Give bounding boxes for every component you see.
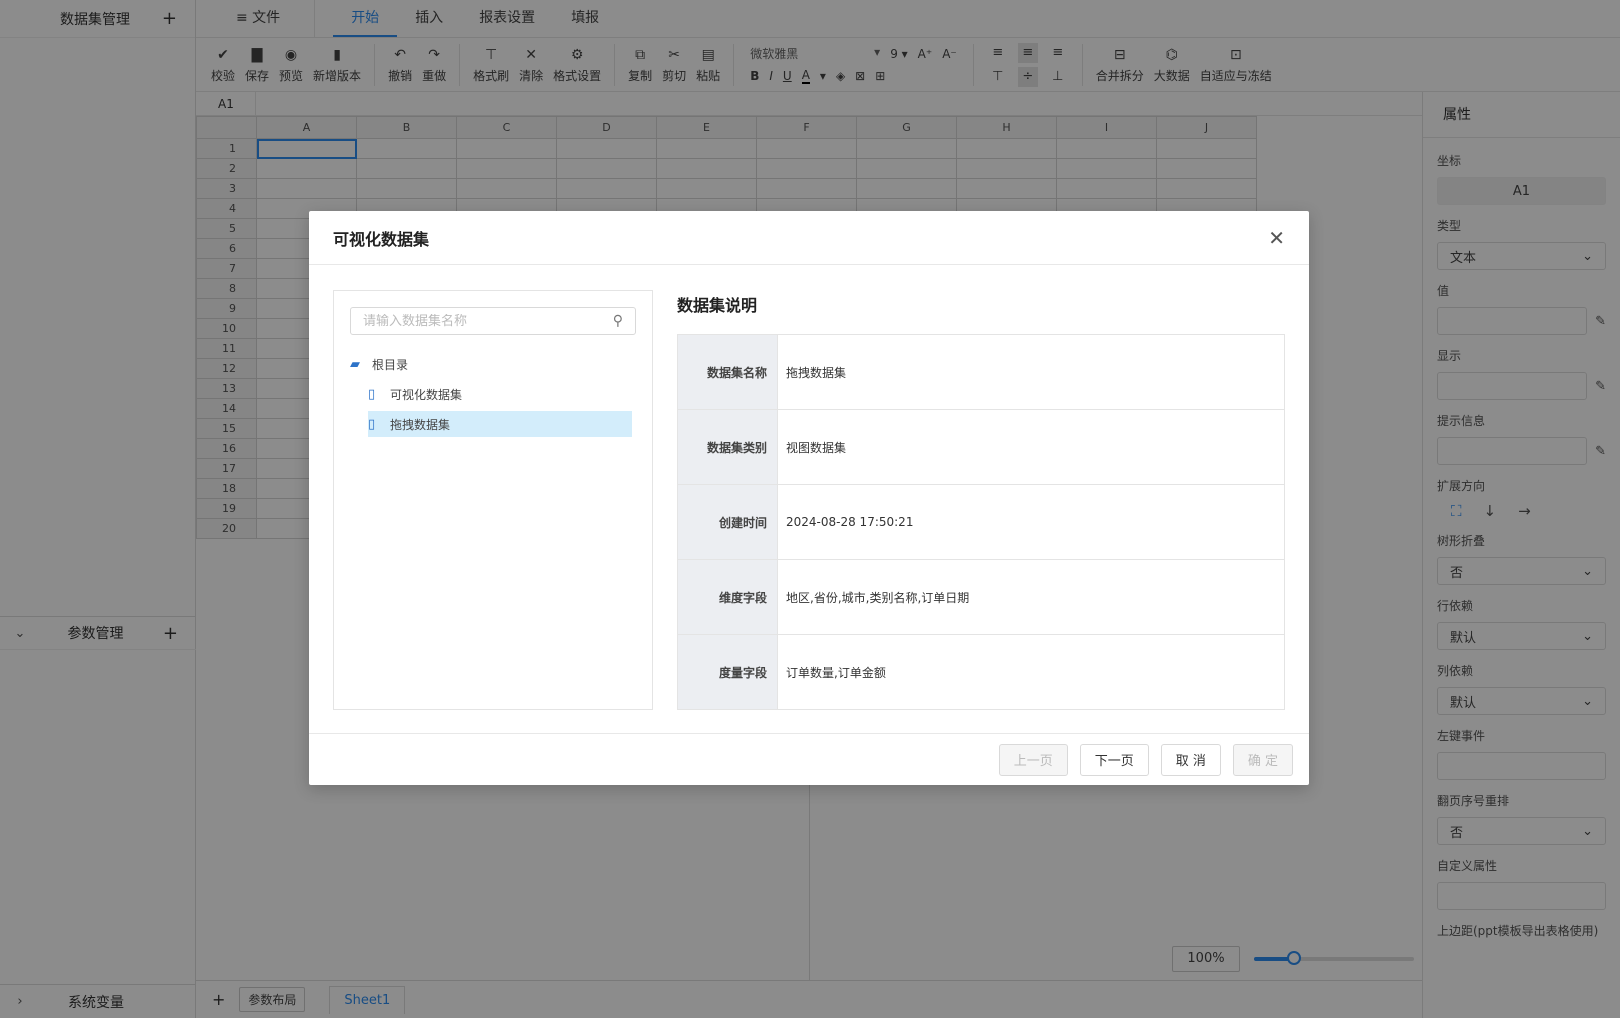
prev-page-button[interactable]: 上一页 [998,743,1068,776]
tree-item-drag-dataset[interactable]: ▯ 拖拽数据集 [368,411,632,437]
dialog-title: 可视化数据集 [333,229,430,249]
search-icon[interactable]: ⚲ [613,313,623,329]
desc-key: 维度字段 [677,559,778,635]
desc-key: 创建时间 [677,484,778,560]
desc-value: 视图数据集 [777,409,1285,485]
table-row: 数据集名称 拖拽数据集 [677,334,1285,410]
table-row: 维度字段 地区,省份,城市,类别名称,订单日期 [677,559,1285,635]
dialog-footer: 上一页 下一页 取 消 确 定 [309,733,1309,785]
description-title: 数据集说明 [677,296,758,315]
tree-root[interactable]: ▰ 根目录 [350,351,636,377]
desc-value: 订单数量,订单金额 [777,634,1285,710]
desc-key: 数据集类别 [677,409,778,485]
dialog-header: 可视化数据集 ✕ [309,211,1309,265]
confirm-button[interactable]: 确 定 [1232,743,1293,776]
dataset-search-input[interactable] [363,313,593,329]
cancel-button[interactable]: 取 消 [1160,743,1221,776]
tree-root-label: 根目录 [372,357,409,372]
dataset-tree: ▰ 根目录 ▯ 可视化数据集 ▯ 拖拽数据集 [350,351,636,437]
dataset-tree-panel: ⚲ ▰ 根目录 ▯ 可视化数据集 ▯ 拖拽数据集 [333,290,653,710]
dataset-search[interactable]: ⚲ [350,307,636,335]
tree-item-visual-dataset[interactable]: ▯ 可视化数据集 [368,381,636,407]
tree-item-label: 可视化数据集 [390,387,463,402]
next-page-button[interactable]: 下一页 [1079,743,1149,776]
dataset-description-panel: 数据集说明 数据集名称 拖拽数据集 数据集类别 视图数据集 创建时间 2024-08-… [677,290,1285,710]
folder-open-icon: ▰ [350,356,360,372]
file-icon: ▯ [368,416,376,432]
description-table: 数据集名称 拖拽数据集 数据集类别 视图数据集 创建时间 2024-08-28 17:… [677,334,1285,710]
dialog-body: ⚲ ▰ 根目录 ▯ 可视化数据集 ▯ 拖拽数据集 数据集说明 数据集 [333,290,1285,710]
table-row: 创建时间 2024-08-28 17:50:21 [677,484,1285,560]
desc-key: 度量字段 [677,634,778,710]
desc-key: 数据集名称 [677,334,778,410]
desc-value: 2024-08-28 17:50:21 [777,484,1285,560]
file-icon: ▯ [368,386,376,402]
desc-value: 地区,省份,城市,类别名称,订单日期 [777,559,1285,635]
visual-dataset-dialog: 可视化数据集 ✕ ⚲ ▰ 根目录 ▯ 可视化数据集 ▯ 拖拽数据集 [309,211,1309,785]
desc-value: 拖拽数据集 [777,334,1285,410]
table-row: 度量字段 订单数量,订单金额 [677,634,1285,710]
close-icon[interactable]: ✕ [1268,226,1285,250]
table-row: 数据集类别 视图数据集 [677,409,1285,485]
tree-item-label: 拖拽数据集 [390,417,451,432]
